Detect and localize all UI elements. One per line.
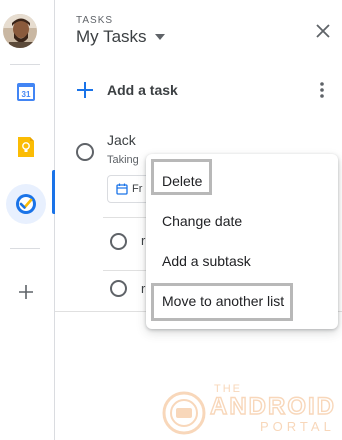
menu-item-delete[interactable]: Delete (162, 173, 202, 189)
subtask-title[interactable]: r (141, 233, 145, 248)
more-vert-icon (320, 82, 324, 98)
rail-divider-top (10, 64, 40, 65)
close-icon (316, 24, 330, 38)
plus-icon (77, 82, 93, 98)
tasks-app-icon[interactable] (6, 184, 46, 224)
list-selector[interactable]: My Tasks (76, 27, 165, 47)
account-avatar[interactable] (3, 14, 37, 48)
add-task-label: Add a task (107, 82, 178, 98)
task-notes: Taking (107, 154, 139, 166)
dropdown-arrow-icon (154, 34, 165, 40)
menu-item-move-to-list[interactable]: Move to another list (162, 293, 284, 309)
task-complete-checkbox[interactable] (76, 143, 94, 161)
add-app-icon[interactable] (10, 276, 42, 308)
event-icon (116, 183, 128, 195)
active-app-indicator (52, 170, 55, 214)
subtask-checkbox[interactable] (110, 233, 127, 250)
more-options-button[interactable] (314, 80, 330, 100)
due-date-text: Fr (132, 183, 143, 195)
keep-app-icon[interactable] (10, 131, 42, 163)
watermark-android: ANDROID (209, 392, 336, 420)
panel-caption: TASKS (76, 15, 114, 26)
watermark-portal: PORTAL (260, 419, 335, 434)
menu-item-add-subtask[interactable]: Add a subtask (162, 253, 251, 269)
menu-item-change-date[interactable]: Change date (162, 213, 242, 229)
calendar-app-icon[interactable]: 31 (10, 76, 42, 108)
watermark-logo-icon (162, 391, 206, 435)
rail-divider-bottom (10, 248, 40, 249)
watermark: THE ANDROID PORTAL (160, 383, 340, 439)
subtask-checkbox[interactable] (110, 280, 127, 297)
calendar-badge-text: 31 (22, 90, 31, 99)
task-title[interactable]: Jack (107, 132, 136, 148)
subtask-title[interactable]: r (141, 281, 145, 296)
add-task-button[interactable]: Add a task (76, 78, 336, 102)
close-button[interactable] (312, 20, 334, 42)
side-rail: 31 (0, 0, 55, 440)
task-context-menu: Delete Change date Add a subtask Move to… (146, 154, 338, 329)
list-name: My Tasks (76, 27, 147, 46)
